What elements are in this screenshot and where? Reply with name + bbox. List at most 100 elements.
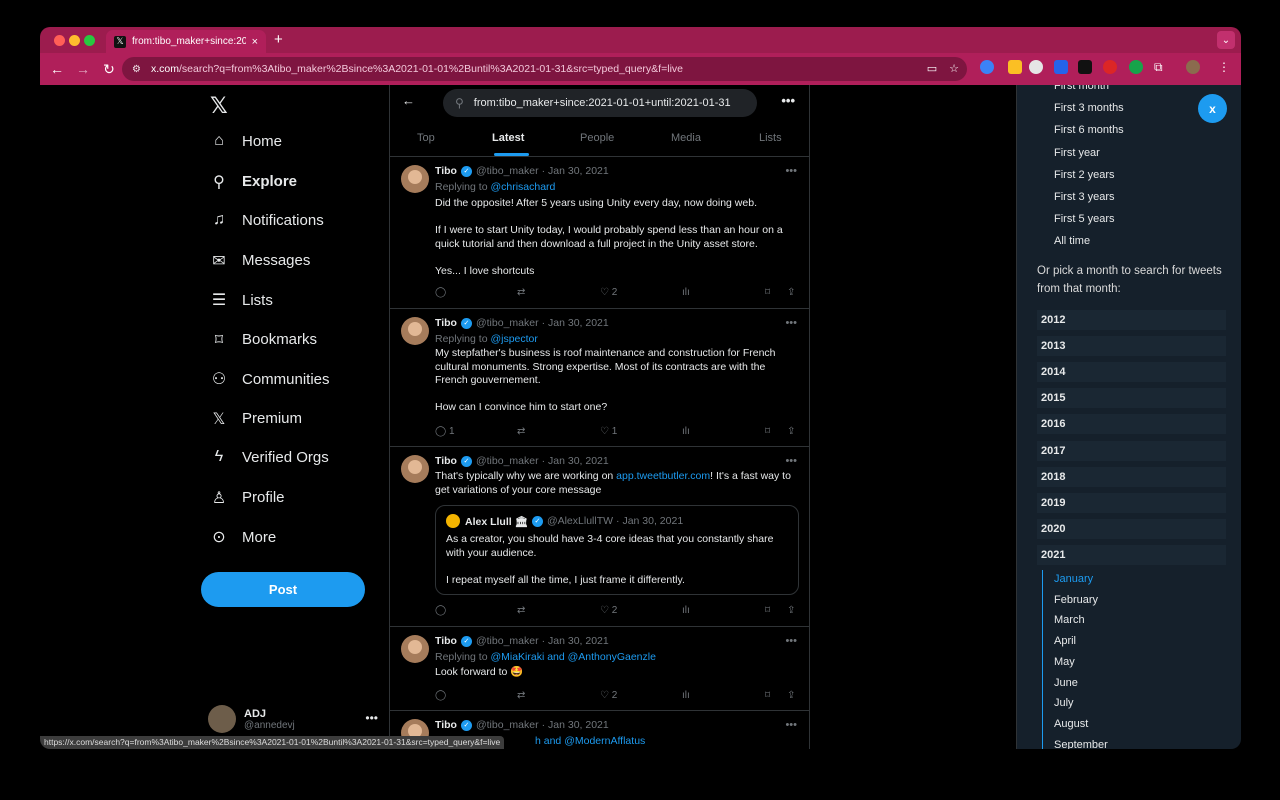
extension-1-icon[interactable] [980, 60, 994, 74]
search-input[interactable]: ⚲ from:tibo_maker+since:2021-01-01+until… [443, 89, 757, 117]
bookmark-icon[interactable]: ⌑ [765, 690, 770, 701]
chrome-menu-icon[interactable]: ⋮ [1218, 60, 1232, 74]
date-range-option[interactable]: First 2 years [1054, 169, 1115, 181]
like-button[interactable]: ♡ 2 [600, 605, 617, 616]
year-option[interactable]: 2020 [1037, 518, 1226, 539]
tweet-avatar[interactable] [401, 165, 429, 193]
tab-close-button[interactable]: × [252, 36, 258, 48]
year-option[interactable]: 2019 [1037, 492, 1226, 513]
tweet-author-name[interactable]: Tibo [435, 455, 457, 467]
tweet-more-icon[interactable]: ••• [785, 635, 797, 647]
reload-icon[interactable]: ↻ [96, 61, 122, 78]
sidebar-item-lists[interactable]: ☰ Lists [208, 290, 273, 310]
tweet-date[interactable]: · Jan 30, 2021 [542, 719, 609, 731]
extension-2-icon[interactable] [1008, 60, 1022, 74]
retweet-icon[interactable]: ⇄ [517, 690, 525, 701]
site-settings-icon[interactable]: ⚙ [132, 64, 141, 75]
sidebar-item-home[interactable]: ⌂ Home [208, 132, 282, 150]
tweet-link[interactable]: app.tweetbutler.com [616, 470, 710, 482]
browser-tab[interactable]: 𝕏 from:tibo_maker+since:2021- × [106, 30, 266, 53]
views-icon[interactable]: ılı [682, 690, 690, 701]
date-range-option[interactable]: First 3 months [1054, 102, 1124, 114]
date-range-option[interactable]: All time [1054, 235, 1090, 247]
search-more-icon[interactable]: ••• [781, 93, 795, 108]
address-bar[interactable]: ⚙ x.com/search?q=from%3Atibo_maker%2Bsin… [122, 57, 967, 81]
account-switcher[interactable]: ADJ @annedevj ••• [208, 705, 378, 733]
reply-icon[interactable]: ◯ [435, 690, 446, 701]
reply-icon[interactable]: ◯ [435, 605, 446, 616]
tweet-handle[interactable]: @tibo_maker [476, 165, 539, 177]
reply-mention-link[interactable]: @chrisachard [490, 181, 555, 193]
tab-latest[interactable]: Latest [492, 132, 524, 144]
year-option[interactable]: 2015 [1037, 388, 1226, 409]
tweet-avatar[interactable] [401, 635, 429, 663]
tab-media[interactable]: Media [671, 132, 701, 144]
retweet-icon[interactable]: ⇄ [517, 287, 525, 298]
extension-3-icon[interactable] [1029, 60, 1043, 74]
tweet[interactable]: Tibo ✓ @tibo_maker · Jan 30, 2021 ••• Re… [390, 309, 809, 447]
bookmark-star-icon[interactable]: ☆ [949, 62, 959, 75]
bookmark-icon[interactable]: ⌑ [765, 605, 770, 616]
tweet-avatar[interactable] [401, 317, 429, 345]
tweet-author-name[interactable]: Tibo [435, 165, 457, 177]
month-option[interactable]: January [1054, 573, 1093, 585]
reply-mention-link[interactable]: h and @ModernAfflatus [535, 735, 645, 747]
cast-icon[interactable]: ▭ [927, 62, 937, 75]
extension-7-icon[interactable] [1129, 60, 1143, 74]
tweet-author-name[interactable]: Tibo [435, 317, 457, 329]
tweet-more-icon[interactable]: ••• [785, 165, 797, 177]
month-option[interactable]: September [1054, 739, 1108, 749]
date-range-option[interactable]: First year [1054, 147, 1100, 159]
sidebar-item-more[interactable]: ⊙ More [208, 527, 276, 547]
close-window-button[interactable] [54, 35, 65, 46]
month-option[interactable]: March [1054, 614, 1085, 626]
sidebar-item-communities[interactable]: ⚇ Communities [208, 369, 330, 389]
sidebar-item-messages[interactable]: ✉ Messages [208, 251, 310, 271]
back-arrow-icon[interactable]: ← [44, 61, 70, 77]
tweet-date[interactable]: · Jan 30, 2021 [542, 317, 609, 329]
share-icon[interactable]: ⇪ [787, 287, 795, 298]
month-option[interactable]: July [1054, 697, 1074, 709]
date-range-option[interactable]: First month [1054, 85, 1109, 92]
share-icon[interactable]: ⇪ [787, 690, 795, 701]
post-button[interactable]: Post [201, 572, 365, 607]
tweet-more-icon[interactable]: ••• [785, 455, 797, 467]
tweet-more-icon[interactable]: ••• [785, 719, 797, 731]
tweet-author-name[interactable]: Tibo [435, 635, 457, 647]
reply-button[interactable]: ◯ 1 [435, 426, 455, 437]
month-option[interactable]: April [1054, 635, 1076, 647]
tweet-author-name[interactable]: Tibo [435, 719, 457, 731]
sidebar-item-verified-orgs[interactable]: ϟ Verified Orgs [208, 448, 329, 466]
close-panel-button[interactable]: x [1198, 94, 1227, 123]
tweet-handle[interactable]: @tibo_maker [476, 719, 539, 731]
date-range-option[interactable]: First 6 months [1054, 124, 1124, 136]
sidebar-item-profile[interactable]: ♙ Profile [208, 488, 285, 508]
views-icon[interactable]: ılı [682, 287, 690, 298]
x-logo-icon[interactable]: 𝕏 [210, 93, 228, 119]
month-option[interactable]: May [1054, 656, 1075, 668]
tweet-avatar[interactable] [401, 455, 429, 483]
tweet-date[interactable]: · Jan 30, 2021 [542, 635, 609, 647]
tab-people[interactable]: People [580, 132, 614, 144]
extension-6-icon[interactable] [1103, 60, 1117, 74]
tab-top[interactable]: Top [417, 132, 435, 144]
date-range-option[interactable]: First 5 years [1054, 213, 1115, 225]
year-option[interactable]: 2021 [1037, 544, 1226, 565]
month-option[interactable]: February [1054, 594, 1098, 606]
extension-5-icon[interactable] [1078, 60, 1092, 74]
date-range-option[interactable]: First 3 years [1054, 191, 1115, 203]
tab-lists[interactable]: Lists [759, 132, 782, 144]
back-arrow-icon[interactable]: ← [402, 93, 415, 108]
bookmark-icon[interactable]: ⌑ [765, 287, 770, 298]
tab-search-icon[interactable]: ⌄ [1217, 31, 1235, 49]
share-icon[interactable]: ⇪ [787, 426, 795, 437]
year-option[interactable]: 2018 [1037, 466, 1226, 487]
share-icon[interactable]: ⇪ [787, 605, 795, 616]
forward-arrow-icon[interactable]: → [70, 61, 96, 77]
tweet[interactable]: Tibo ✓ @tibo_maker · Jan 30, 2021 ••• Th… [390, 447, 809, 627]
year-option[interactable]: 2017 [1037, 440, 1226, 461]
tweet-date[interactable]: · Jan 30, 2021 [542, 455, 609, 467]
views-icon[interactable]: ılı [682, 426, 690, 437]
tweet-more-icon[interactable]: ••• [785, 317, 797, 329]
retweet-icon[interactable]: ⇄ [517, 426, 525, 437]
